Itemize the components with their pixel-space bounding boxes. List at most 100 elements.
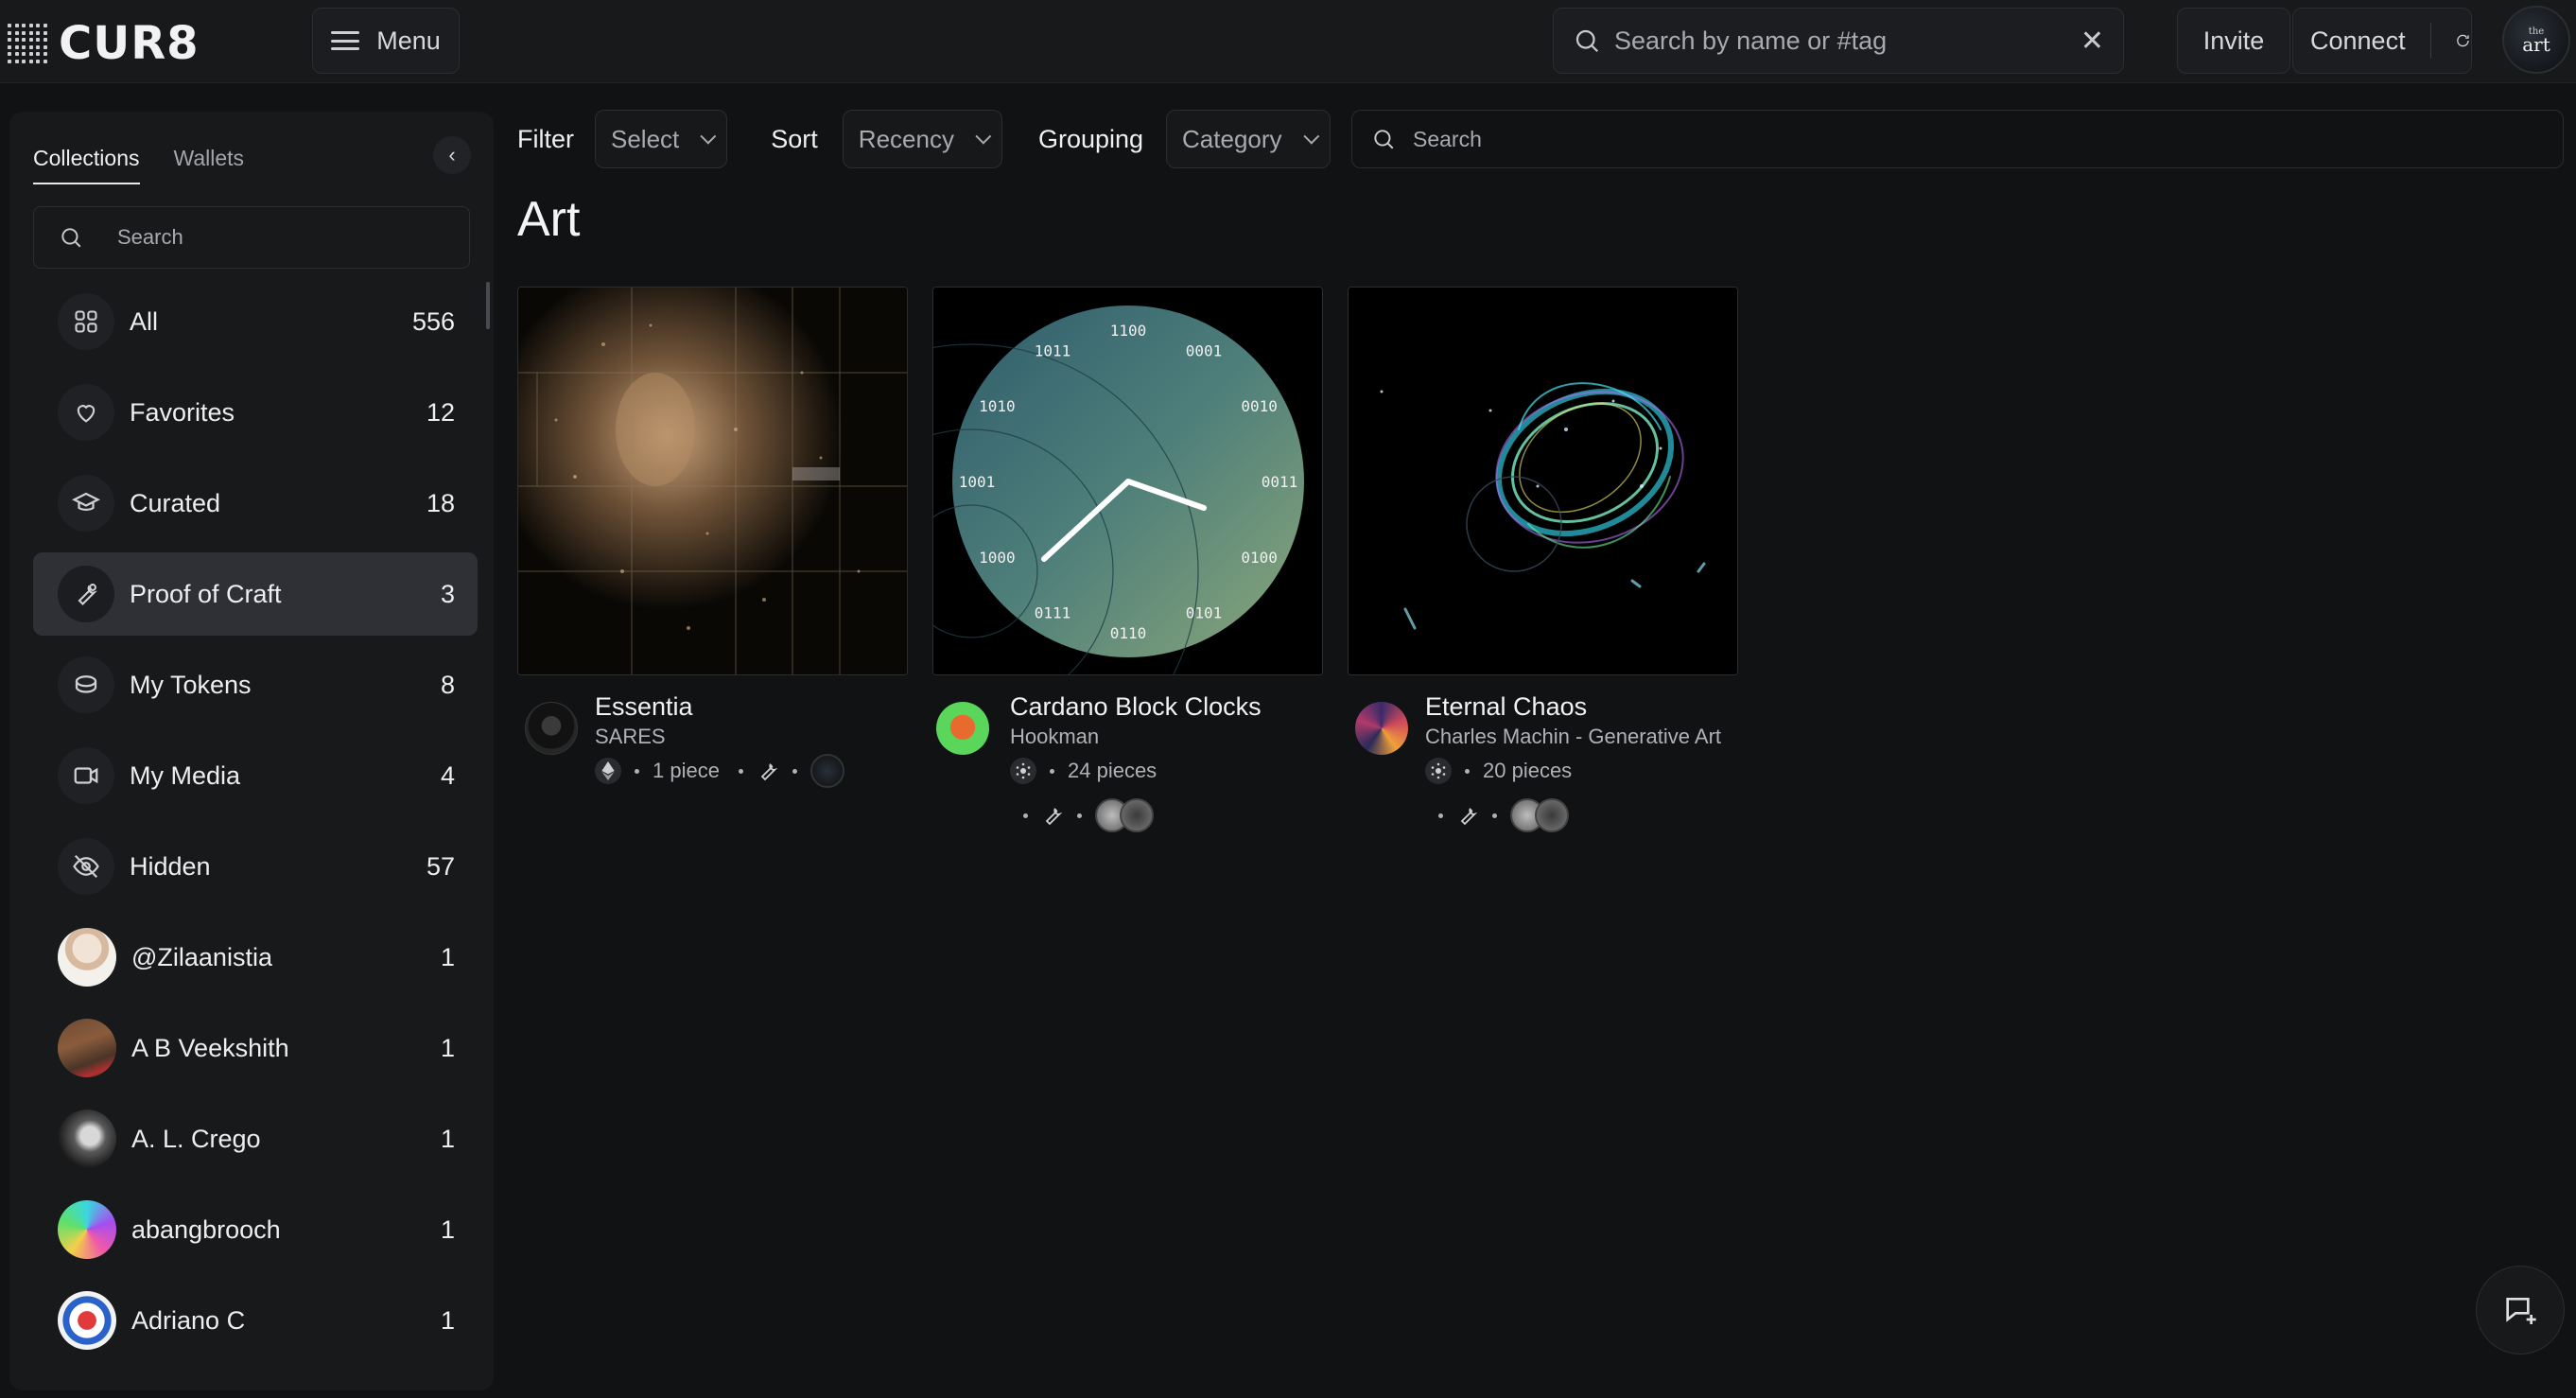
piece-count: 20 pieces xyxy=(1483,759,1573,782)
card-meta: Cardano Block Clocks Hookman 24 pieces xyxy=(932,690,1323,787)
divider xyxy=(2429,23,2431,59)
curator-avatar[interactable] xyxy=(1535,798,1569,832)
artwork-thumbnail[interactable] xyxy=(517,287,908,675)
clock-label: 1011 xyxy=(1035,341,1071,359)
wrench-icon xyxy=(1045,808,1063,826)
sidebar-item-label: Hidden xyxy=(130,851,211,881)
card-info-row: 24 pieces xyxy=(1010,755,1323,787)
clock-label: 1000 xyxy=(979,549,1016,567)
wrench-icon xyxy=(1460,808,1478,826)
sidebar-item-count: 12 xyxy=(426,397,455,427)
coin-stack-icon xyxy=(75,675,97,693)
card-artist[interactable]: Charles Machin - Generative Art xyxy=(1425,723,1738,751)
filter-select-value: Select xyxy=(611,124,680,153)
sidebar-item-count: 1 xyxy=(440,1124,455,1153)
clock-label: 0100 xyxy=(1241,549,1278,567)
essentia-artwork xyxy=(518,288,907,674)
collection-card-eternal-chaos[interactable]: Eternal Chaos Charles Machin - Generativ… xyxy=(1348,287,1738,834)
menu-label: Menu xyxy=(376,26,441,55)
sidebar-item-label: All xyxy=(130,306,159,336)
graduation-cap-icon xyxy=(72,492,100,511)
invite-button[interactable]: Invite xyxy=(2177,8,2290,74)
filter-label: Filter xyxy=(517,124,574,153)
collection-card-essentia[interactable]: Essentia SARES 1 piece xyxy=(517,287,908,788)
sidebar-item-a-b-veekshith[interactable]: A B Veekshith 1 xyxy=(33,1006,478,1090)
sidebar-item-zilaanistia[interactable]: @Zilaanistia 1 xyxy=(33,916,478,999)
card-meta: Eternal Chaos Charles Machin - Generativ… xyxy=(1348,690,1738,787)
sidebar-search-input[interactable]: Search xyxy=(33,206,470,269)
sidebar-item-a-l-crego[interactable]: A. L. Crego 1 xyxy=(33,1097,478,1180)
clock-label: 0001 xyxy=(1186,341,1223,359)
clock-label: 0111 xyxy=(1035,604,1071,622)
sidebar-item-label: My Tokens xyxy=(130,670,252,699)
cardano-icon xyxy=(1010,758,1036,784)
curator-avatar[interactable] xyxy=(1120,798,1154,832)
connect-button[interactable]: Connect xyxy=(2292,8,2472,74)
sidebar-item-all[interactable]: All 556 xyxy=(33,280,478,363)
grouping-select[interactable]: Category xyxy=(1166,110,1331,168)
feedback-button[interactable] xyxy=(2476,1266,2565,1354)
sidebar-item-abangbrooch[interactable]: abangbrooch 1 xyxy=(33,1188,478,1271)
grid-icon xyxy=(75,310,97,333)
card-meta: Essentia SARES 1 piece xyxy=(517,690,908,788)
collection-card-cardano-block-clocks[interactable]: 1100 0001 0010 0011 0100 0101 0110 0111 1000 1001… xyxy=(932,287,1323,834)
curator-avatar[interactable] xyxy=(809,754,844,788)
sidebar-item-my-media[interactable]: My Media 4 xyxy=(33,734,478,817)
global-search-input[interactable]: Search by name or #tag ✕ xyxy=(1553,8,2124,74)
search-icon xyxy=(1374,130,1394,149)
logo-dots-icon xyxy=(8,24,47,63)
video-camera-icon xyxy=(74,767,98,784)
sidebar-item-adriano-c[interactable]: Adriano C 1 xyxy=(33,1279,478,1362)
sidebar-item-count: 1 xyxy=(440,1215,455,1244)
clock-artwork: 1100 0001 0010 0011 0100 0101 0110 0111 1000 1001… xyxy=(933,288,1322,674)
sidebar-item-label: A. L. Crego xyxy=(131,1124,261,1153)
piece-count: 24 pieces xyxy=(1068,759,1157,782)
curator-avatars xyxy=(1095,798,1154,832)
clock-label: 1001 xyxy=(959,473,996,491)
clock-label: 0010 xyxy=(1241,397,1278,415)
creator-avatar[interactable] xyxy=(525,702,578,755)
sidebar-item-label: Proof of Craft xyxy=(130,579,282,608)
artwork-thumbnail[interactable] xyxy=(1348,287,1738,675)
tab-wallets[interactable]: Wallets xyxy=(174,146,245,184)
clock-label: 0101 xyxy=(1186,604,1223,622)
heart-icon xyxy=(77,405,96,423)
user-avatar[interactable]: the art xyxy=(2502,6,2570,74)
sidebar-item-count: 4 xyxy=(440,760,455,790)
card-title[interactable]: Essentia xyxy=(595,690,908,723)
sidebar-item-label: Curated xyxy=(130,488,221,517)
card-title[interactable]: Eternal Chaos xyxy=(1425,690,1738,723)
sort-select[interactable]: Recency xyxy=(842,110,1002,168)
clock-label: 0110 xyxy=(1110,624,1147,642)
card-artist[interactable]: SARES xyxy=(595,723,908,751)
filter-select[interactable]: Select xyxy=(595,110,728,168)
chevron-down-icon xyxy=(975,128,992,145)
sidebar-item-favorites[interactable]: Favorites 12 xyxy=(33,371,478,454)
menu-button[interactable]: Menu xyxy=(312,8,460,74)
collection-search-input[interactable]: Search xyxy=(1351,110,2564,168)
search-icon xyxy=(61,228,81,248)
sidebar-item-my-tokens[interactable]: My Tokens 8 xyxy=(33,643,478,726)
chaos-artwork xyxy=(1349,288,1737,674)
global-search-placeholder: Search by name or #tag xyxy=(1614,26,1888,55)
card-artist[interactable]: Hookman xyxy=(1010,723,1323,751)
avatar xyxy=(58,1291,116,1350)
scrollbar[interactable] xyxy=(486,282,490,329)
sidebar-tabs: Collections Wallets xyxy=(33,146,244,184)
sidebar-item-curated[interactable]: Curated 18 xyxy=(33,462,478,545)
creator-avatar[interactable] xyxy=(936,702,989,755)
card-title[interactable]: Cardano Block Clocks xyxy=(1010,690,1323,723)
collapse-sidebar-button[interactable]: ‹ xyxy=(433,136,471,174)
page-title: Art xyxy=(517,192,581,247)
artwork-thumbnail[interactable]: 1100 0001 0010 0011 0100 0101 0110 0111 1000 1001… xyxy=(932,287,1323,675)
search-icon xyxy=(1575,29,1599,53)
tab-collections[interactable]: Collections xyxy=(33,146,140,184)
clear-search-icon[interactable]: ✕ xyxy=(2080,25,2104,58)
creator-avatar[interactable] xyxy=(1355,702,1408,755)
hamburger-icon xyxy=(331,31,360,50)
clock-label: 1100 xyxy=(1110,322,1147,340)
sidebar-item-proof-of-craft[interactable]: Proof of Craft 3 xyxy=(33,552,478,636)
refresh-icon[interactable] xyxy=(2455,28,2471,53)
sidebar-item-hidden[interactable]: Hidden 57 xyxy=(33,825,478,908)
logo[interactable]: CUR8 xyxy=(8,17,200,70)
